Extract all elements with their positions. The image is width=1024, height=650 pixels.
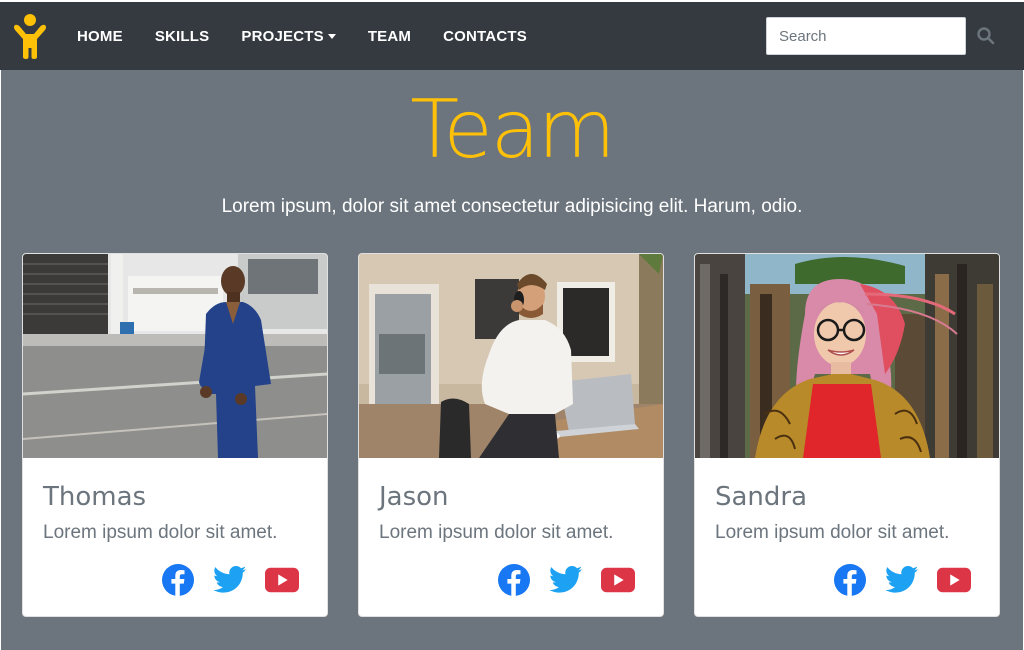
facebook-link[interactable] <box>833 563 867 597</box>
twitter-link[interactable] <box>213 563 247 597</box>
nav-team[interactable]: TEAM <box>368 28 411 45</box>
facebook-link[interactable] <box>161 563 195 597</box>
team-photo-sandra <box>695 254 999 458</box>
youtube-link[interactable] <box>937 563 971 597</box>
page-title: Team <box>410 83 615 176</box>
facebook-link[interactable] <box>497 563 531 597</box>
youtube-icon <box>937 567 971 593</box>
facebook-icon <box>162 564 194 596</box>
nav-home[interactable]: HOME <box>77 28 123 45</box>
twitter-icon <box>549 566 583 593</box>
team-card-thomas: Thomas Lorem ipsum dolor sit amet. <box>22 253 328 617</box>
page-subtitle: Lorem ipsum, dolor sit amet consectetur … <box>221 196 803 217</box>
nav-contacts-label: CONTACTS <box>443 27 527 45</box>
search-icon <box>977 27 995 45</box>
search-input[interactable] <box>766 17 966 55</box>
nav-projects-dropdown[interactable]: PROJECTS <box>241 27 336 45</box>
facebook-icon <box>834 564 866 596</box>
nav-home-label: HOME <box>77 27 123 45</box>
nav-skills-label: SKILLS <box>154 27 210 45</box>
team-description: Lorem ipsum dolor sit amet. <box>43 522 278 543</box>
team-name: Sandra <box>715 482 808 512</box>
social-links <box>479 563 635 597</box>
youtube-link[interactable] <box>265 563 299 597</box>
youtube-icon <box>601 567 635 593</box>
nav-links: HOME SKILLS PROJECTS TEAM CONTACTS <box>77 2 559 70</box>
twitter-link[interactable] <box>549 563 583 597</box>
team-card-jason: Jason Lorem ipsum dolor sit amet. <box>358 253 664 617</box>
caret-down-icon <box>327 34 336 39</box>
social-links <box>815 563 971 597</box>
navbar: HOME SKILLS PROJECTS TEAM CONTACTS <box>0 2 1024 70</box>
team-description: Lorem ipsum dolor sit amet. <box>379 522 614 543</box>
youtube-link[interactable] <box>601 563 635 597</box>
nav-contacts[interactable]: CONTACTS <box>443 28 527 45</box>
brand-logo-icon[interactable] <box>12 13 48 59</box>
nav-skills[interactable]: SKILLS <box>155 28 210 45</box>
twitter-icon <box>213 566 247 593</box>
facebook-icon <box>498 564 530 596</box>
team-description: Lorem ipsum dolor sit amet. <box>715 522 950 543</box>
youtube-icon <box>265 567 299 593</box>
social-links <box>143 563 299 597</box>
nav-team-label: TEAM <box>367 27 412 45</box>
team-name: Thomas <box>43 482 147 512</box>
team-name: Jason <box>379 482 449 512</box>
nav-projects-label: PROJECTS <box>241 27 324 45</box>
team-photo-thomas <box>23 254 327 458</box>
team-photo-jason <box>359 254 663 458</box>
team-card-sandra: Sandra Lorem ipsum dolor sit amet. <box>694 253 1000 617</box>
twitter-link[interactable] <box>885 563 919 597</box>
twitter-icon <box>885 566 919 593</box>
search-button[interactable] <box>976 26 996 46</box>
